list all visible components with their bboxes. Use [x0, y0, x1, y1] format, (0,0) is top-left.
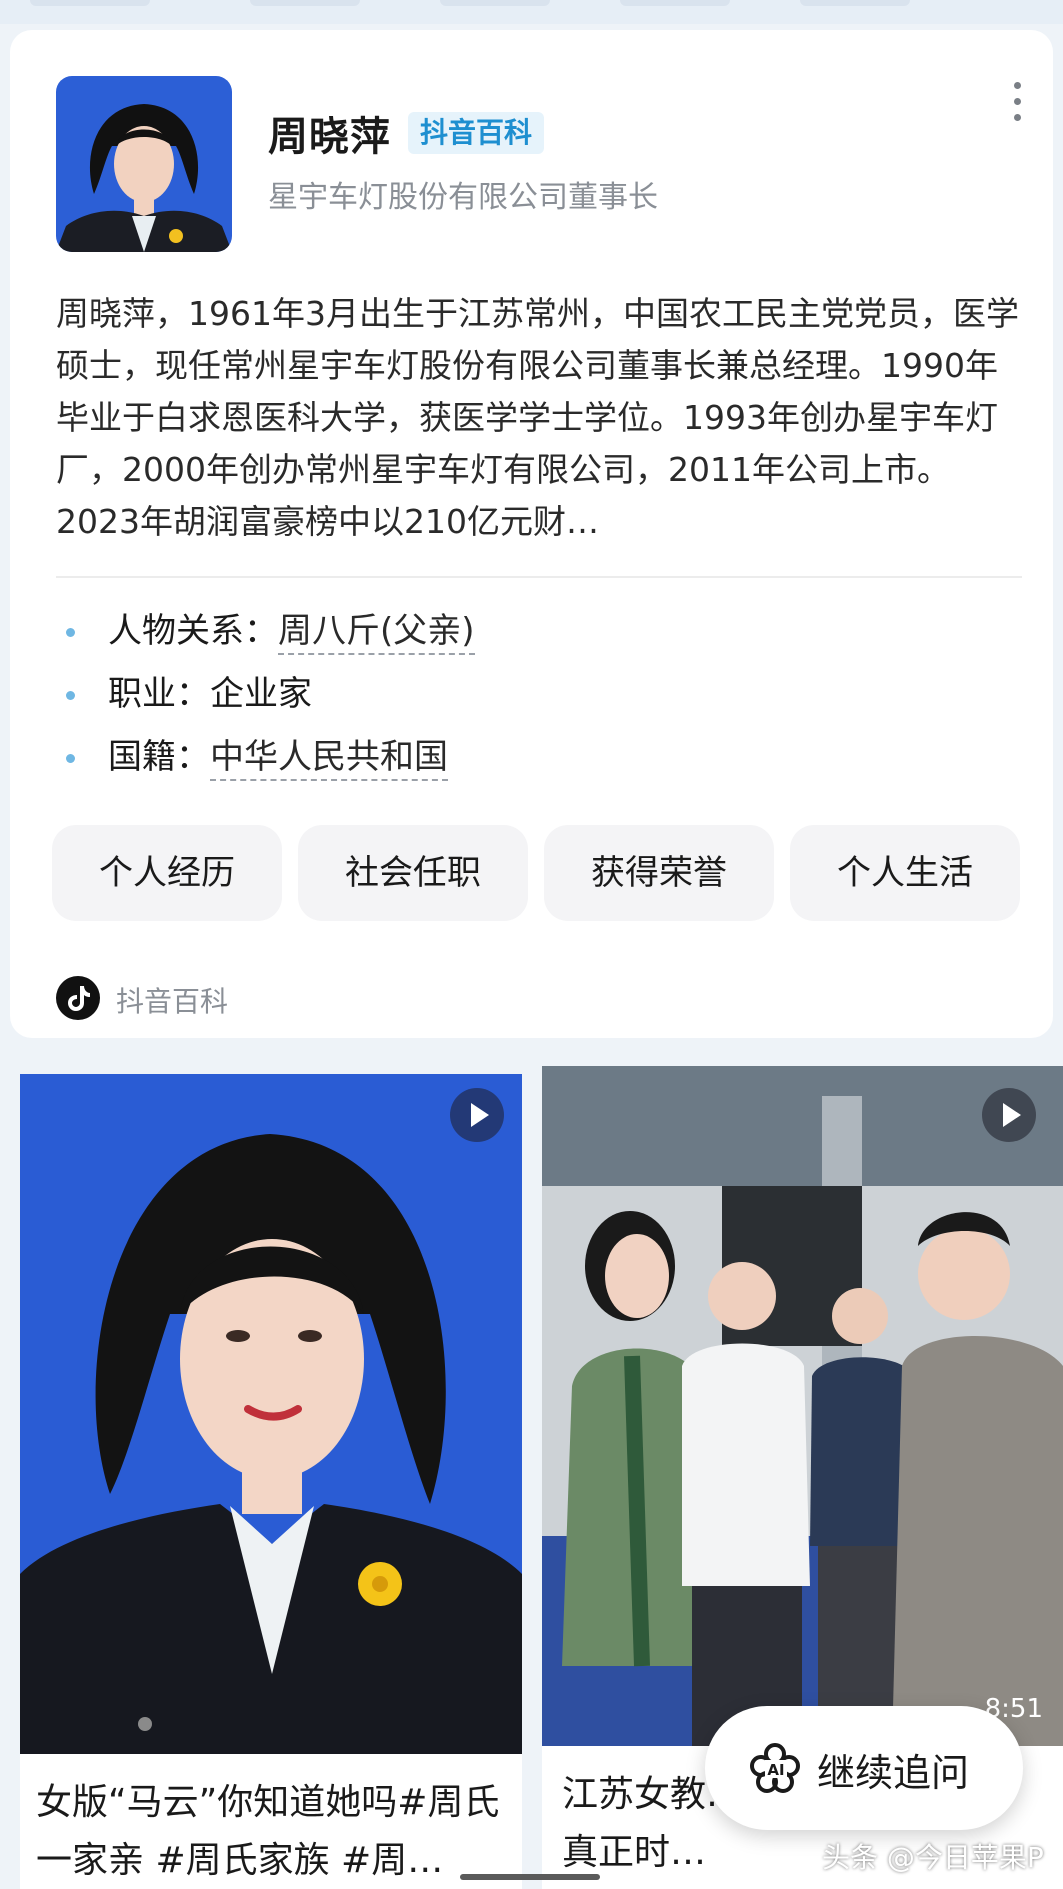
tab-personal-experience[interactable]: 个人经历	[52, 825, 282, 921]
fact-label: 职业：	[108, 674, 210, 714]
relation-link[interactable]: 周八斤(父亲)	[278, 611, 475, 655]
fact-list: 人物关系：周八斤(父亲) 职业：企业家 国籍：中华人民共和国	[56, 600, 1016, 789]
play-icon[interactable]	[450, 1088, 504, 1142]
fact-nationality: 国籍：中华人民共和国	[56, 726, 1016, 789]
nationality-link[interactable]: 中华人民共和国	[210, 737, 448, 781]
fact-label: 国籍：	[108, 737, 210, 777]
video-caption[interactable]: 女版“马云”你知道她吗#周氏一家亲 #周氏家族 #周…	[36, 1774, 506, 1889]
baike-card: 周晓萍 抖音百科 星宇车灯股份有限公司董事长 周晓萍，1961年3月出生于江苏常…	[10, 30, 1053, 1038]
summary-text[interactable]: 周晓萍，1961年3月出生于江苏常州，中国农工民主党党员，医学硕士，现任常州星宇…	[56, 288, 1026, 548]
fact-relation: 人物关系：周八斤(父亲)	[56, 600, 1016, 663]
scrollbar[interactable]	[460, 1874, 600, 1880]
fact-label: 人物关系：	[108, 611, 278, 651]
watermark: 头条 @今日苹果P	[822, 1841, 1044, 1874]
fact-value: 企业家	[210, 674, 312, 714]
more-options-icon[interactable]	[1006, 78, 1030, 126]
fact-occupation: 职业：企业家	[56, 663, 1016, 726]
source-label: 抖音百科	[116, 985, 229, 1018]
tab-personal-life[interactable]: 个人生活	[790, 825, 1020, 921]
continue-asking-label: 继续追问	[817, 1751, 970, 1795]
video-thumbnail[interactable]	[20, 1074, 522, 1754]
section-tabs: 个人经历 社会任职 获得荣誉 个人生活	[52, 825, 1030, 921]
tab-social-positions[interactable]: 社会任职	[298, 825, 528, 921]
svg-text:AI: AI	[767, 1761, 784, 1779]
play-icon[interactable]	[982, 1088, 1036, 1142]
avatar[interactable]	[56, 76, 232, 252]
continue-asking-button[interactable]: AI 继续追问	[705, 1706, 1023, 1830]
video-card-left[interactable]: 女版“马云”你知道她吗#周氏一家亲 #周氏家族 #周…	[20, 1074, 522, 1889]
top-strip	[0, 0, 1063, 24]
video-thumbnail[interactable]: 8:51	[542, 1066, 1063, 1746]
person-title: 星宇车灯股份有限公司董事长	[268, 180, 658, 215]
ai-icon: AI	[750, 1743, 800, 1793]
bullet-icon	[66, 754, 75, 763]
bullet-icon	[66, 691, 75, 700]
divider	[56, 576, 1022, 578]
douyin-logo-icon	[56, 976, 100, 1020]
person-name: 周晓萍	[268, 114, 391, 160]
douyin-baike-badge[interactable]: 抖音百科	[408, 112, 545, 154]
tab-honors[interactable]: 获得荣誉	[544, 825, 774, 921]
bullet-icon	[66, 628, 75, 637]
